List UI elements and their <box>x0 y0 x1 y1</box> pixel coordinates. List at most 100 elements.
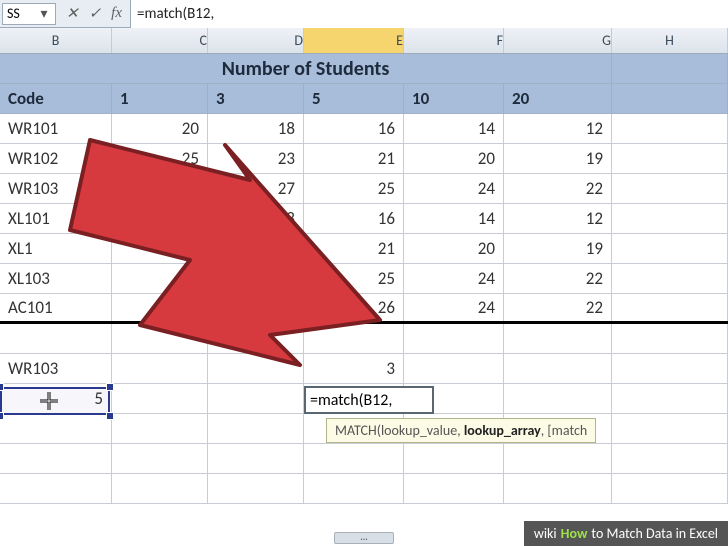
col-header-E[interactable]: E <box>304 28 404 53</box>
cell-empty[interactable] <box>112 354 208 383</box>
cell-empty[interactable] <box>208 474 304 503</box>
name-box-dropdown-icon[interactable]: ▾ <box>37 5 51 22</box>
cell-empty[interactable] <box>612 204 728 233</box>
cell[interactable]: 27 <box>208 174 304 203</box>
cell-empty[interactable] <box>612 354 728 383</box>
cell-empty[interactable] <box>208 354 304 383</box>
cell[interactable]: 16 <box>304 114 404 143</box>
cell-match-result[interactable]: 3 <box>304 354 404 383</box>
cell[interactable]: 19 <box>504 144 612 173</box>
cell-empty[interactable] <box>612 234 728 263</box>
cancel-icon[interactable]: ✕ <box>66 4 79 23</box>
cell[interactable]: 24 <box>404 264 504 293</box>
cell[interactable]: 26 <box>304 294 404 321</box>
cell[interactable]: 2 <box>112 204 208 233</box>
cell[interactable]: 21 <box>304 234 404 263</box>
cell-empty[interactable] <box>612 414 728 443</box>
cell[interactable]: 20 <box>112 114 208 143</box>
cell-empty[interactable] <box>612 294 728 321</box>
formula-input[interactable]: =match(B12, <box>130 0 728 28</box>
cell-code[interactable]: AC101 <box>0 294 112 321</box>
cell-empty[interactable] <box>612 324 728 353</box>
cell-empty[interactable] <box>404 474 504 503</box>
cell[interactable] <box>112 264 208 293</box>
col-header-G[interactable]: G <box>504 28 612 53</box>
cell-code[interactable]: WR103 <box>0 174 112 203</box>
cell[interactable]: 22 <box>504 264 612 293</box>
cell-empty[interactable] <box>612 384 728 413</box>
cell-empty[interactable] <box>304 444 404 473</box>
cell-empty[interactable] <box>0 324 112 353</box>
cell[interactable]: 20 <box>404 144 504 173</box>
name-box[interactable]: SS ▾ <box>2 3 56 25</box>
cell-b12-selected[interactable]: 5 <box>0 384 112 413</box>
cell-empty[interactable] <box>208 324 304 353</box>
cell-empty[interactable] <box>612 264 728 293</box>
spreadsheet-grid[interactable]: Number of Students Code 1 3 5 10 20 WR10… <box>0 54 728 504</box>
cell[interactable]: 23 <box>208 144 304 173</box>
cell-code[interactable]: XL101 <box>0 204 112 233</box>
cell-empty[interactable] <box>112 474 208 503</box>
col-header-B[interactable]: B <box>0 28 112 53</box>
cell-code[interactable]: WR101 <box>0 114 112 143</box>
cell[interactable]: 23 <box>208 234 304 263</box>
cell-empty[interactable] <box>404 324 504 353</box>
cell-code[interactable]: XL1 <box>0 234 112 263</box>
cell-empty[interactable] <box>504 324 612 353</box>
cell[interactable]: 14 <box>404 114 504 143</box>
col-header-C[interactable]: C <box>112 28 208 53</box>
cell-empty[interactable] <box>504 354 612 383</box>
col-header-H[interactable]: H <box>612 28 728 53</box>
cell-empty[interactable] <box>0 444 112 473</box>
cell[interactable]: 27 <box>208 264 304 293</box>
cell-empty[interactable] <box>0 414 112 443</box>
cell[interactable]: 24 <box>404 294 504 321</box>
cell[interactable]: 25 <box>304 264 404 293</box>
cell[interactable]: 12 <box>504 204 612 233</box>
cell-empty[interactable] <box>304 474 404 503</box>
cell[interactable]: 14 <box>404 204 504 233</box>
cell-empty[interactable] <box>612 84 728 113</box>
cell-empty[interactable] <box>112 384 208 413</box>
cell-editor[interactable]: =match(B12, <box>304 386 434 414</box>
cell-empty[interactable] <box>112 444 208 473</box>
cell-empty[interactable] <box>0 474 112 503</box>
cell[interactable]: 25 <box>304 174 404 203</box>
cell-empty[interactable] <box>612 114 728 143</box>
cell[interactable]: 22 <box>504 174 612 203</box>
cell[interactable]: 22 <box>504 294 612 321</box>
cell-empty[interactable] <box>404 444 504 473</box>
horizontal-scroll-thumb[interactable]: ··· <box>334 532 394 544</box>
cell-empty[interactable] <box>612 54 728 83</box>
cell[interactable]: 20 <box>404 234 504 263</box>
col-header-F[interactable]: F <box>404 28 504 53</box>
enter-icon[interactable]: ✓ <box>89 4 102 23</box>
cell[interactable]: 28 <box>208 294 304 321</box>
cell[interactable]: 2 <box>112 234 208 263</box>
cell[interactable]: 28 <box>112 174 208 203</box>
cell[interactable]: 18 <box>208 114 304 143</box>
cell-lookup-code[interactable]: WR103 <box>0 354 112 383</box>
cell[interactable]: 24 <box>404 174 504 203</box>
cell-empty[interactable] <box>612 144 728 173</box>
cell-code[interactable]: XL103 <box>0 264 112 293</box>
cell[interactable]: 25 <box>112 144 208 173</box>
cell[interactable]: 18 <box>208 204 304 233</box>
cell-empty[interactable] <box>208 384 304 413</box>
cell-empty[interactable] <box>612 444 728 473</box>
cell[interactable]: 19 <box>504 234 612 263</box>
cell[interactable]: 12 <box>504 114 612 143</box>
cell-empty[interactable] <box>304 324 404 353</box>
cell-empty[interactable] <box>112 414 208 443</box>
cell-empty[interactable] <box>112 324 208 353</box>
col-header-D[interactable]: D <box>208 28 304 53</box>
cell[interactable] <box>112 294 208 321</box>
cell[interactable]: 16 <box>304 204 404 233</box>
cell[interactable]: 21 <box>304 144 404 173</box>
cell-empty[interactable] <box>404 354 504 383</box>
fx-icon[interactable]: fx <box>111 5 122 22</box>
cell-empty[interactable] <box>208 444 304 473</box>
cell-code[interactable]: WR102 <box>0 144 112 173</box>
cell-empty[interactable] <box>504 444 612 473</box>
cell-empty[interactable] <box>612 174 728 203</box>
